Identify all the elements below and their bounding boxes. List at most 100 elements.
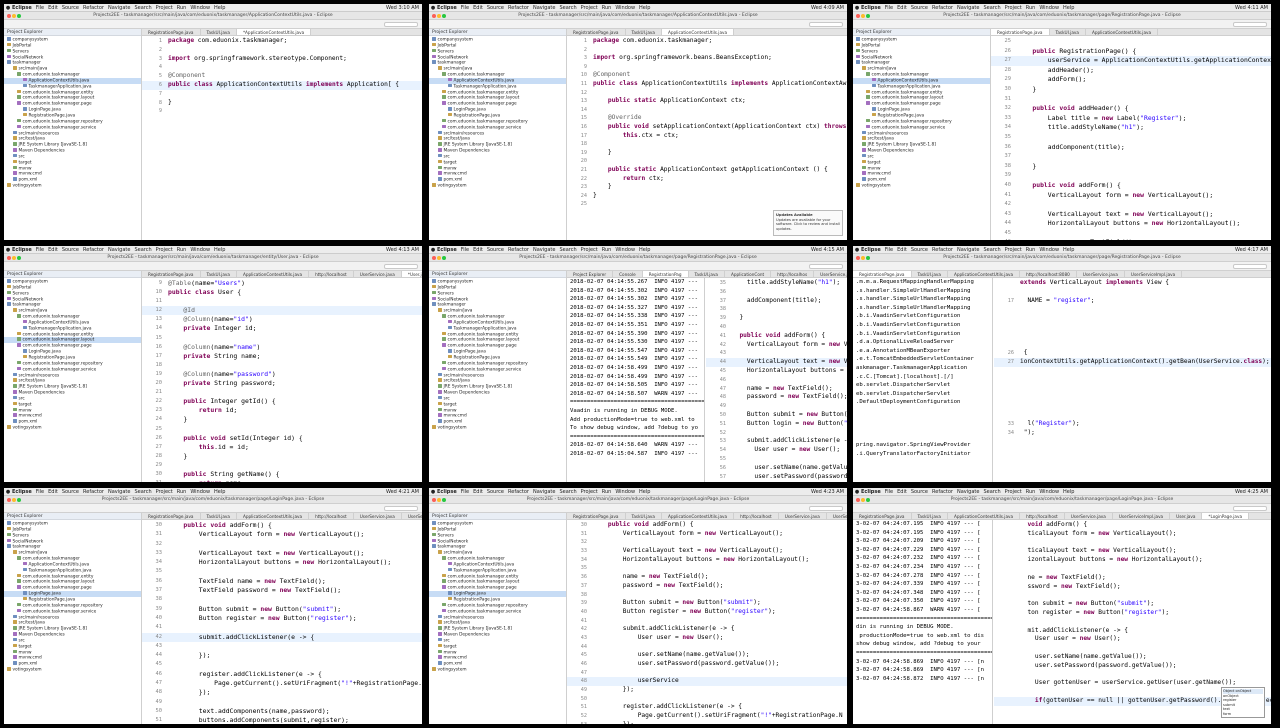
- close-button[interactable]: [7, 14, 11, 18]
- editor-tab[interactable]: UserServiceImpl.java: [402, 513, 422, 519]
- minimize-button[interactable]: [437, 256, 441, 260]
- close-button[interactable]: [432, 498, 436, 502]
- editor-tab[interactable]: TaskUI.java: [1050, 29, 1086, 35]
- project-explorer-tab[interactable]: Project Explorer: [853, 29, 990, 36]
- code-editor[interactable]: 30 public void addForm() {31 VerticalLay…: [142, 521, 422, 724]
- menu-refactor[interactable]: Refactor: [83, 489, 104, 495]
- code-editor[interactable]: 30 public void addForm() {31 VerticalLay…: [567, 521, 847, 724]
- menu-source[interactable]: Source: [62, 489, 79, 495]
- menu-search[interactable]: Search: [559, 247, 576, 253]
- editor-tab[interactable]: http://localhos: [771, 271, 815, 277]
- project-explorer-tab[interactable]: Project Explorer: [4, 513, 141, 520]
- menu-refactor[interactable]: Refactor: [508, 247, 529, 253]
- menu-project[interactable]: Project: [156, 5, 173, 11]
- menu-navigate[interactable]: Navigate: [533, 5, 555, 11]
- editor-tab[interactable]: TaskUI.java: [912, 513, 948, 519]
- quick-access-input[interactable]: [809, 264, 843, 269]
- app-menu[interactable]: Eclipse: [437, 247, 457, 253]
- menu-refactor[interactable]: Refactor: [508, 5, 529, 11]
- editor-tab[interactable]: UserService.java: [814, 271, 847, 277]
- apple-menu-icon[interactable]: ●: [4, 246, 12, 253]
- menu-help[interactable]: Help: [639, 247, 650, 253]
- editor-tab[interactable]: UserService.java: [1065, 513, 1113, 519]
- apple-menu-icon[interactable]: ●: [4, 488, 12, 495]
- project-explorer-tab[interactable]: Project Explorer: [4, 29, 141, 36]
- editor-tab[interactable]: http://localhost:8080: [1020, 271, 1077, 277]
- quick-access-input[interactable]: [1233, 22, 1267, 27]
- menu-edit[interactable]: Edit: [897, 5, 907, 11]
- zoom-button[interactable]: [866, 498, 870, 502]
- menu-navigate[interactable]: Navigate: [108, 247, 130, 253]
- menu-navigate[interactable]: Navigate: [957, 5, 979, 11]
- editor-tab[interactable]: Console: [613, 271, 643, 277]
- menu-window[interactable]: Window: [190, 489, 210, 495]
- menu-run[interactable]: Run: [602, 489, 612, 495]
- menu-run[interactable]: Run: [1026, 247, 1036, 253]
- close-button[interactable]: [7, 498, 11, 502]
- menu-help[interactable]: Help: [1063, 247, 1074, 253]
- menu-refactor[interactable]: Refactor: [932, 489, 953, 495]
- minimize-button[interactable]: [12, 498, 16, 502]
- menu-search[interactable]: Search: [134, 247, 151, 253]
- editor-tab[interactable]: *LoginPage.java: [1202, 513, 1250, 519]
- project-explorer-tab[interactable]: Project Explorer: [429, 271, 566, 278]
- menu-run[interactable]: Run: [602, 247, 612, 253]
- menu-search[interactable]: Search: [983, 489, 1000, 495]
- apple-menu-icon[interactable]: ●: [853, 488, 861, 495]
- menu-project[interactable]: Project: [1005, 489, 1022, 495]
- quick-access-input[interactable]: [809, 506, 843, 511]
- close-button[interactable]: [856, 256, 860, 260]
- menu-run[interactable]: Run: [177, 489, 187, 495]
- menu-file[interactable]: File: [36, 5, 44, 11]
- menu-search[interactable]: Search: [983, 5, 1000, 11]
- zoom-button[interactable]: [17, 498, 21, 502]
- menu-window[interactable]: Window: [190, 5, 210, 11]
- zoom-button[interactable]: [17, 14, 21, 18]
- menu-run[interactable]: Run: [177, 5, 187, 11]
- editor-tab[interactable]: UserServiceImpl.java: [1113, 513, 1171, 519]
- editor-tab[interactable]: TaskUI.java: [626, 29, 662, 35]
- menu-source[interactable]: Source: [62, 5, 79, 11]
- menu-edit[interactable]: Edit: [897, 247, 907, 253]
- code-editor[interactable]: 9 @Table(name="Users") 10 public class User…: [142, 279, 422, 482]
- apple-menu-icon[interactable]: ●: [429, 4, 437, 11]
- assist-item[interactable]: form: [1223, 712, 1263, 717]
- menu-window[interactable]: Window: [1039, 489, 1059, 495]
- menu-navigate[interactable]: Navigate: [957, 247, 979, 253]
- quick-access-input[interactable]: [809, 22, 843, 27]
- menu-navigate[interactable]: Navigate: [108, 489, 130, 495]
- menu-file[interactable]: File: [461, 247, 469, 253]
- editor-tab[interactable]: TaskUI.java: [626, 513, 662, 519]
- apple-menu-icon[interactable]: ●: [429, 488, 437, 495]
- editor-tab[interactable]: ApplicationContextUtils.java: [662, 513, 735, 519]
- menu-help[interactable]: Help: [214, 247, 225, 253]
- minimize-button[interactable]: [861, 14, 865, 18]
- zoom-button[interactable]: [866, 14, 870, 18]
- menu-navigate[interactable]: Navigate: [533, 247, 555, 253]
- editor-tab[interactable]: http://localhost: [309, 271, 354, 277]
- menu-project[interactable]: Project: [581, 5, 598, 11]
- zoom-button[interactable]: [442, 498, 446, 502]
- menu-source[interactable]: Source: [62, 247, 79, 253]
- menu-help[interactable]: Help: [214, 5, 225, 11]
- app-menu[interactable]: Eclipse: [861, 489, 881, 495]
- quick-access-input[interactable]: [384, 506, 418, 511]
- menu-window[interactable]: Window: [1039, 5, 1059, 11]
- menu-search[interactable]: Search: [983, 247, 1000, 253]
- editor-tab[interactable]: ApplicationContextUtils.java: [237, 513, 310, 519]
- editor-tab[interactable]: RegistrationPage.java: [991, 29, 1050, 35]
- tree-item[interactable]: votingsystem: [4, 183, 141, 189]
- editor-tab[interactable]: TaskUI.java: [912, 271, 948, 277]
- minimize-button[interactable]: [437, 498, 441, 502]
- app-menu[interactable]: Eclipse: [861, 247, 881, 253]
- minimize-button[interactable]: [12, 256, 16, 260]
- editor-tab[interactable]: ApplicationContextUtils.java: [948, 513, 1021, 519]
- zoom-button[interactable]: [442, 256, 446, 260]
- project-explorer-tab[interactable]: Project Explorer: [429, 29, 566, 36]
- editor-tab[interactable]: UserServiceImpl.java: [1125, 271, 1183, 277]
- editor-tab[interactable]: *ApplicationContextUtils.java: [236, 29, 312, 35]
- app-menu[interactable]: Eclipse: [12, 5, 32, 11]
- menu-file[interactable]: File: [885, 247, 893, 253]
- zoom-button[interactable]: [866, 256, 870, 260]
- menu-file[interactable]: File: [885, 489, 893, 495]
